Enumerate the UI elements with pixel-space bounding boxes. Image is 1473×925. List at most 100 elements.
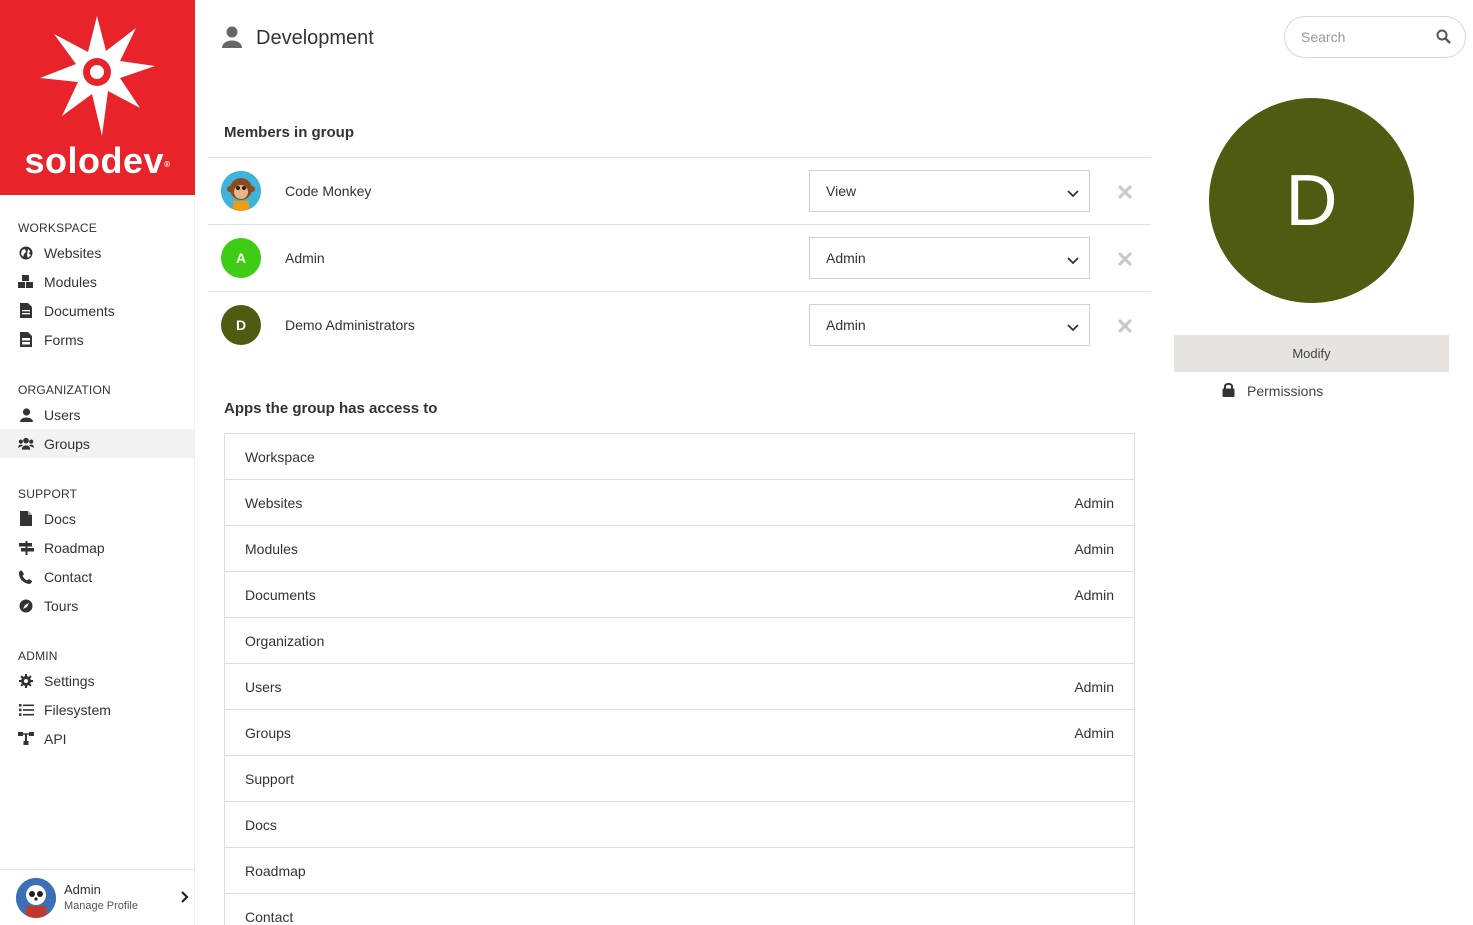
sidebar-item-forms[interactable]: Forms: [0, 325, 195, 354]
search-input[interactable]: [1301, 29, 1431, 45]
member-initial: A: [235, 250, 247, 266]
app-row-organization[interactable]: Organization: [225, 618, 1134, 664]
nav-section-admin: ADMIN Settings Filesystem API: [0, 646, 195, 753]
sidebar-item-label: Settings: [44, 672, 95, 689]
file-icon: [18, 511, 34, 527]
remove-member-button[interactable]: [1117, 318, 1133, 336]
user-icon: [18, 407, 34, 423]
member-role-select[interactable]: View: [809, 170, 1090, 212]
member-name: Demo Administrators: [285, 317, 415, 333]
app-name: Roadmap: [245, 862, 306, 879]
sidebar-item-label: Docs: [44, 510, 76, 527]
sidebar: solodev® WORKSPACE Websites Modules Docu…: [0, 0, 195, 925]
page-title: Development: [256, 27, 374, 49]
sidebar-item-label: Groups: [44, 435, 90, 452]
sidebar-item-contact[interactable]: Contact: [0, 562, 195, 591]
page-header: Development: [222, 26, 374, 51]
globe-icon: [18, 245, 34, 261]
remove-member-button[interactable]: [1117, 184, 1133, 202]
app-row-support[interactable]: Support: [225, 756, 1134, 802]
sidebar-item-documents[interactable]: Documents: [0, 296, 195, 325]
sidebar-item-settings[interactable]: Settings: [0, 666, 195, 695]
sidebar-item-users[interactable]: Users: [0, 400, 195, 429]
sidebar-item-label: Contact: [44, 568, 93, 585]
starburst-logo-icon: [40, 16, 155, 136]
document-icon: [18, 303, 34, 319]
app-row-workspace[interactable]: Workspace: [225, 434, 1134, 480]
app-row-documents[interactable]: Documents Admin: [225, 572, 1134, 618]
chevron-down-icon: [1067, 252, 1079, 268]
sidebar-item-api[interactable]: API: [0, 724, 195, 753]
sidebar-item-docs[interactable]: Docs: [0, 504, 195, 533]
sidebar-item-modules[interactable]: Modules: [0, 267, 195, 296]
remove-member-button[interactable]: [1117, 251, 1133, 269]
sitemap-icon: [18, 731, 34, 747]
lock-icon: [1222, 382, 1235, 400]
member-initial: D: [235, 317, 247, 333]
profile-subtitle: Manage Profile: [64, 899, 138, 912]
modify-button[interactable]: Modify: [1174, 335, 1449, 372]
members-list: Code Monkey View A Admin Admin D Demo Ad…: [208, 157, 1151, 358]
app-name: Organization: [245, 632, 325, 649]
search-box[interactable]: [1284, 16, 1466, 58]
sidebar-item-filesystem[interactable]: Filesystem: [0, 695, 195, 724]
app-name: Workspace: [245, 448, 315, 465]
app-row-websites[interactable]: Websites Admin: [225, 480, 1134, 526]
member-avatar: D: [221, 305, 261, 345]
compass-icon: [18, 598, 34, 614]
app-row-users[interactable]: Users Admin: [225, 664, 1134, 710]
app-name: Contact: [245, 908, 294, 925]
member-role-select[interactable]: Admin: [809, 304, 1090, 346]
group-initial: D: [1285, 160, 1338, 241]
app-row-groups[interactable]: Groups Admin: [225, 710, 1134, 756]
profile-menu[interactable]: Admin Manage Profile: [0, 869, 195, 925]
nav-title-organization: ORGANIZATION: [18, 383, 111, 397]
nav-section-workspace: WORKSPACE Websites Modules Documents For…: [0, 218, 195, 354]
chevron-down-icon: [1067, 185, 1079, 201]
member-name: Admin: [285, 250, 325, 266]
gear-icon: [18, 673, 34, 689]
app-name: Modules: [245, 540, 298, 557]
solodev-logo[interactable]: solodev®: [0, 0, 195, 195]
app-role: Admin: [1074, 540, 1114, 557]
sidebar-item-label: Tours: [44, 597, 79, 614]
app-name: Support: [245, 770, 295, 787]
nav-title-workspace: WORKSPACE: [18, 221, 97, 235]
chevron-right-icon: [181, 890, 189, 906]
app-row-contact[interactable]: Contact: [225, 894, 1134, 925]
phone-icon: [18, 569, 34, 585]
cubes-icon: [18, 274, 34, 290]
apps-title: Apps the group has access to: [224, 400, 438, 417]
app-name: Websites: [245, 494, 303, 511]
sidebar-item-tours[interactable]: Tours: [0, 591, 195, 620]
search-icon[interactable]: [1436, 29, 1451, 47]
sidebar-item-roadmap[interactable]: Roadmap: [0, 533, 195, 562]
permissions-label: Permissions: [1247, 383, 1324, 399]
profile-name: Admin: [64, 881, 101, 897]
users-icon: [18, 436, 34, 452]
member-avatar: A: [221, 238, 261, 278]
signpost-icon: [18, 540, 34, 556]
member-role-value: Admin: [826, 317, 866, 333]
sidebar-item-label: Filesystem: [44, 701, 111, 718]
sidebar-item-label: API: [44, 730, 67, 747]
modify-label: Modify: [1292, 346, 1331, 361]
brand-mark: ®: [164, 160, 171, 169]
app-name: Groups: [245, 724, 291, 741]
app-row-docs[interactable]: Docs: [225, 802, 1134, 848]
permissions-link[interactable]: Permissions: [1222, 382, 1323, 400]
sidebar-item-label: Modules: [44, 273, 97, 290]
sidebar-item-groups[interactable]: Groups: [0, 429, 195, 458]
app-row-roadmap[interactable]: Roadmap: [225, 848, 1134, 894]
app-name: Docs: [245, 816, 277, 833]
member-role-select[interactable]: Admin: [809, 237, 1090, 279]
member-role-value: View: [826, 183, 857, 199]
sidebar-item-websites[interactable]: Websites: [0, 238, 195, 267]
app-name: Documents: [245, 586, 316, 603]
app-role: Admin: [1074, 586, 1114, 603]
app-row-modules[interactable]: Modules Admin: [225, 526, 1134, 572]
sidebar-item-label: Forms: [44, 331, 84, 348]
member-avatar: [221, 171, 261, 211]
member-row: D Demo Administrators Admin: [208, 291, 1151, 358]
member-row: Code Monkey View: [208, 157, 1151, 224]
